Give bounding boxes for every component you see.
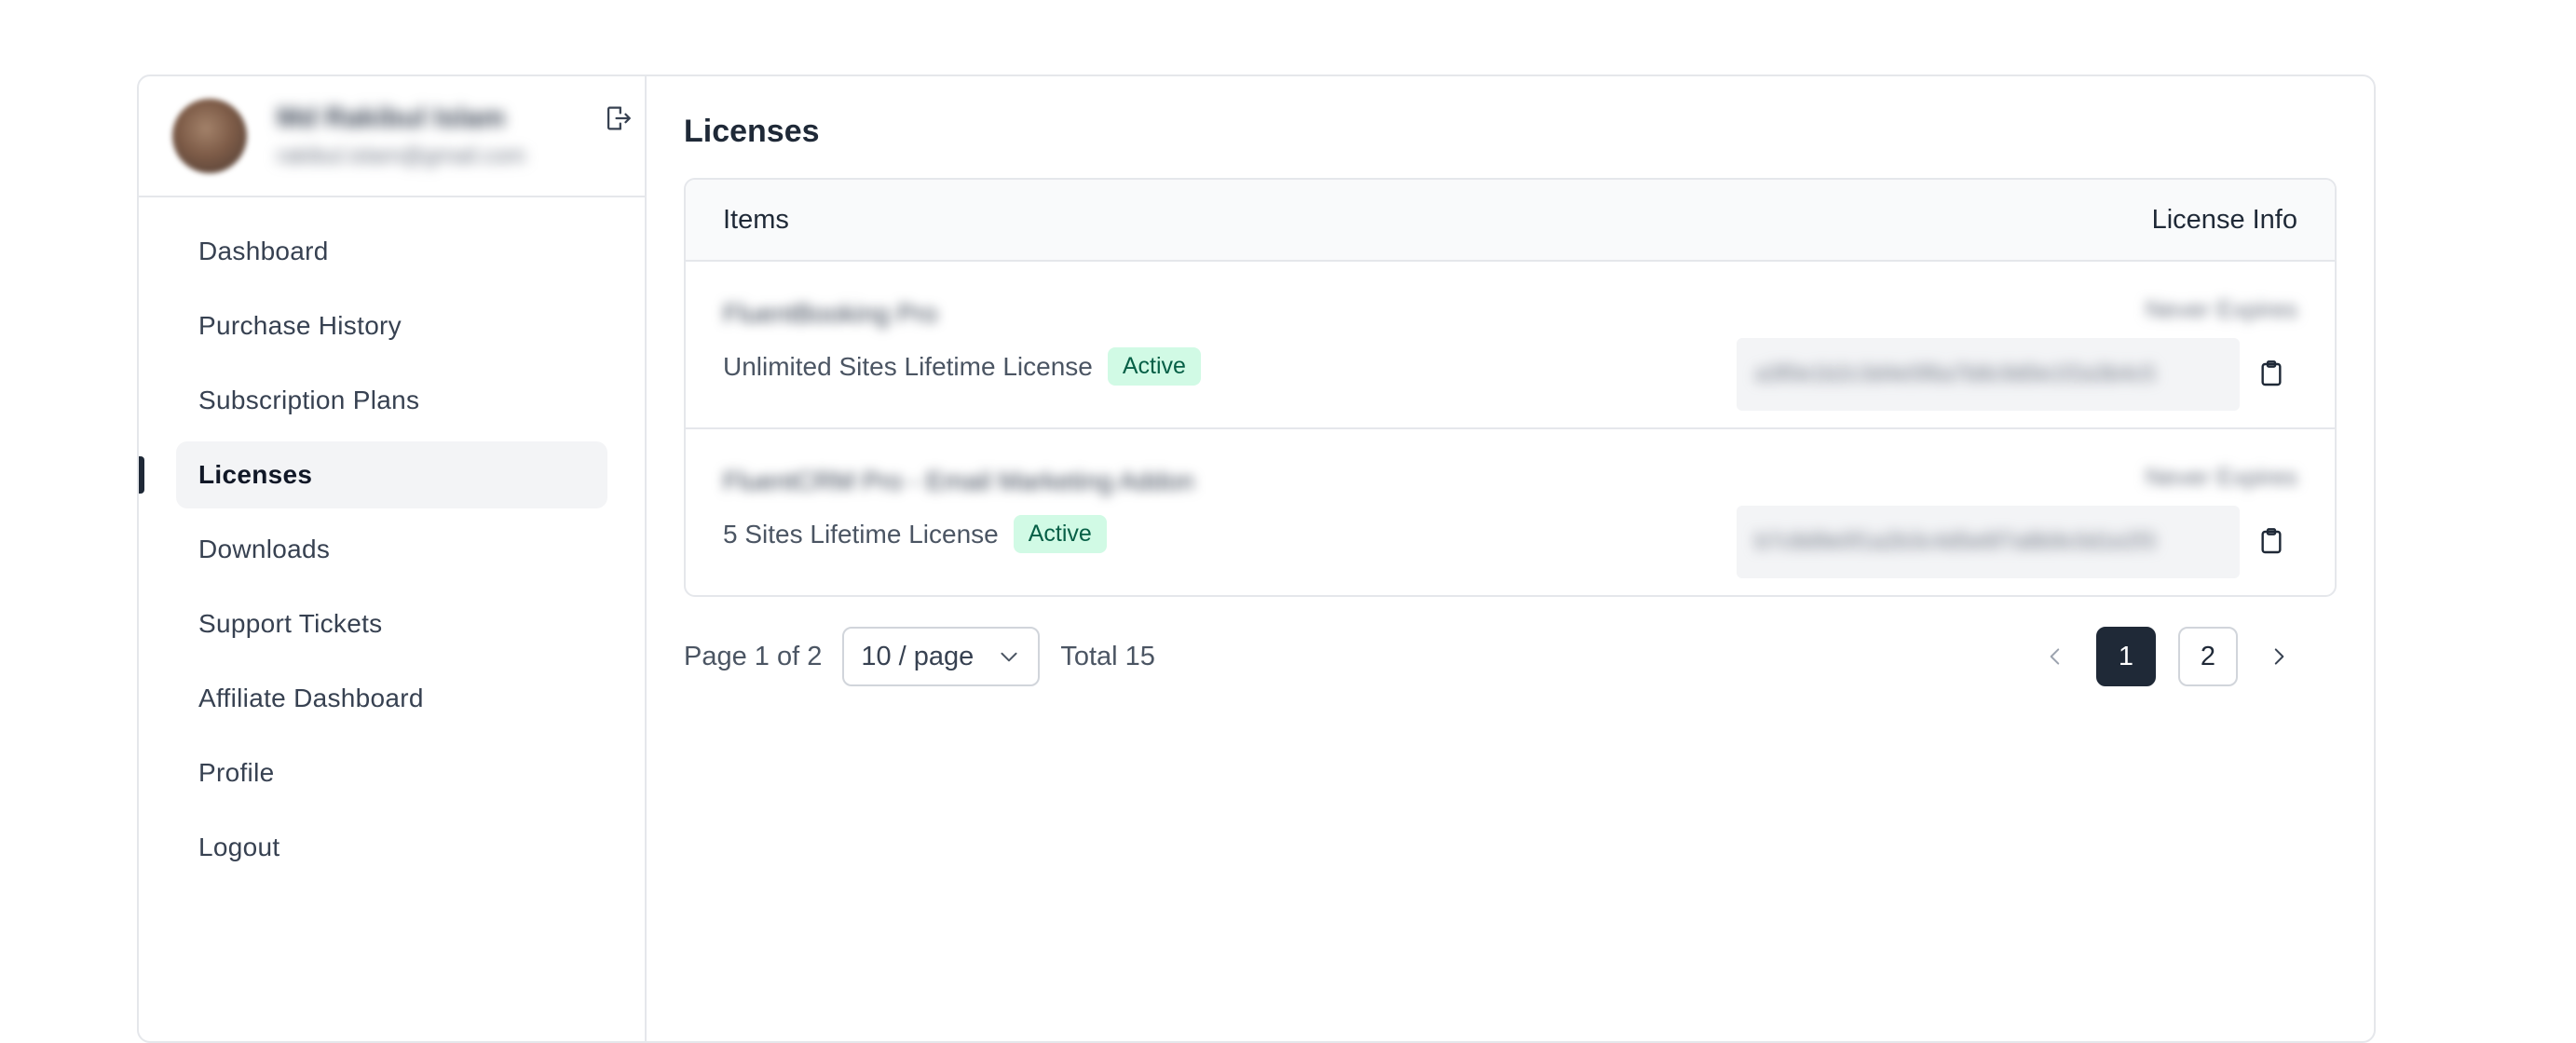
sidebar-item-dashboard[interactable]: Dashboard: [176, 218, 607, 285]
page-size-value: 10 / page: [861, 641, 975, 671]
license-line: Unlimited Sites Lifetime License Active: [723, 347, 1201, 386]
pagination-bar: Page 1 of 2 10 / page Total 15 1 2: [684, 627, 2337, 686]
user-info: Md Rakibul Islam rakibul.islam@gmail.com: [277, 102, 525, 169]
sidebar: Md Rakibul Islam rakibul.islam@gmail.com…: [139, 76, 647, 1041]
page-button-1[interactable]: 1: [2096, 627, 2156, 686]
license-key: a3f0e1b2c3d4e5f6a7b8c9d0e1f2a3b4c5: [1755, 361, 2156, 386]
sidebar-item-purchase-history[interactable]: Purchase History: [176, 292, 607, 359]
sidebar-item-subscription-plans[interactable]: Subscription Plans: [176, 367, 607, 434]
user-name: Md Rakibul Islam: [277, 102, 506, 133]
sidebar-nav: Dashboard Purchase History Subscription …: [139, 197, 645, 881]
sidebar-item-label: Logout: [198, 833, 280, 861]
licenses-table: Items License Info FluentBooking Pro Unl…: [684, 178, 2337, 597]
total-count: Total 15: [1060, 641, 1155, 671]
page-buttons: 1 2: [2025, 627, 2309, 686]
license-line: 5 Sites Lifetime License Active: [723, 515, 1107, 553]
next-page-button[interactable]: [2249, 627, 2309, 686]
license-key-box[interactable]: b7c8d9e0f1a2b3c4d5e6f7a8b9c0d1e2f3: [1737, 506, 2240, 578]
license-key: b7c8d9e0f1a2b3c4d5e6f7a8b9c0d1e2f3: [1755, 529, 2156, 554]
account-card: Md Rakibul Islam rakibul.islam@gmail.com…: [137, 74, 2376, 1043]
chevron-right-icon: [2274, 648, 2284, 665]
user-profile-header: Md Rakibul Islam rakibul.islam@gmail.com: [139, 76, 645, 197]
prev-page-button[interactable]: [2025, 627, 2085, 686]
user-email: rakibul.islam@gmail.com: [277, 143, 526, 169]
sidebar-item-label: Subscription Plans: [198, 386, 420, 414]
sidebar-item-label: Affiliate Dashboard: [198, 684, 424, 712]
sidebar-item-label: Purchase History: [198, 311, 402, 340]
table-header: Items License Info: [686, 180, 2335, 260]
sidebar-item-label: Downloads: [198, 535, 331, 563]
product-name: FluentCRM Pro - Email Marketing Addon: [723, 467, 1194, 495]
license-expiry: Never Expires: [2145, 463, 2297, 491]
sidebar-item-downloads[interactable]: Downloads: [176, 516, 607, 583]
license-type: 5 Sites Lifetime License: [723, 519, 999, 549]
status-badge: Active: [1013, 515, 1107, 553]
clipboard-icon[interactable]: [2256, 357, 2286, 390]
sidebar-item-logout[interactable]: Logout: [176, 814, 607, 881]
sidebar-item-label: Profile: [198, 758, 275, 787]
avatar: [172, 99, 247, 173]
page-indicator: Page 1 of 2: [684, 641, 823, 671]
column-header-license-info: License Info: [2151, 204, 2297, 235]
sidebar-item-label: Support Tickets: [198, 609, 383, 638]
chevron-down-icon: [1001, 652, 1017, 662]
main-content: Licenses Items License Info FluentBookin…: [647, 76, 2374, 1041]
page-button-2[interactable]: 2: [2178, 627, 2238, 686]
license-expiry: Never Expires: [2145, 295, 2297, 323]
column-header-items: Items: [723, 204, 789, 235]
sidebar-item-licenses[interactable]: Licenses: [139, 441, 607, 508]
logout-icon[interactable]: [602, 102, 634, 134]
license-key-box[interactable]: a3f0e1b2c3d4e5f6a7b8c9d0e1f2a3b4c5: [1737, 338, 2240, 411]
license-type: Unlimited Sites Lifetime License: [723, 351, 1093, 381]
table-row: FluentBooking Pro Unlimited Sites Lifeti…: [686, 260, 2335, 427]
sidebar-item-affiliate-dashboard[interactable]: Affiliate Dashboard: [176, 665, 607, 732]
sidebar-item-profile[interactable]: Profile: [176, 739, 607, 806]
page-title: Licenses: [684, 114, 820, 149]
active-indicator: [139, 456, 144, 494]
status-badge: Active: [1107, 347, 1201, 386]
table-row: FluentCRM Pro - Email Marketing Addon 5 …: [686, 427, 2335, 595]
sidebar-item-label: Licenses: [198, 460, 313, 489]
clipboard-icon[interactable]: [2256, 524, 2286, 558]
chevron-left-icon: [2050, 648, 2060, 665]
product-name: FluentBooking Pro: [723, 299, 938, 328]
sidebar-item-support-tickets[interactable]: Support Tickets: [176, 590, 607, 657]
sidebar-item-label: Dashboard: [198, 237, 329, 265]
page-size-select[interactable]: 10 / page: [842, 627, 1041, 686]
